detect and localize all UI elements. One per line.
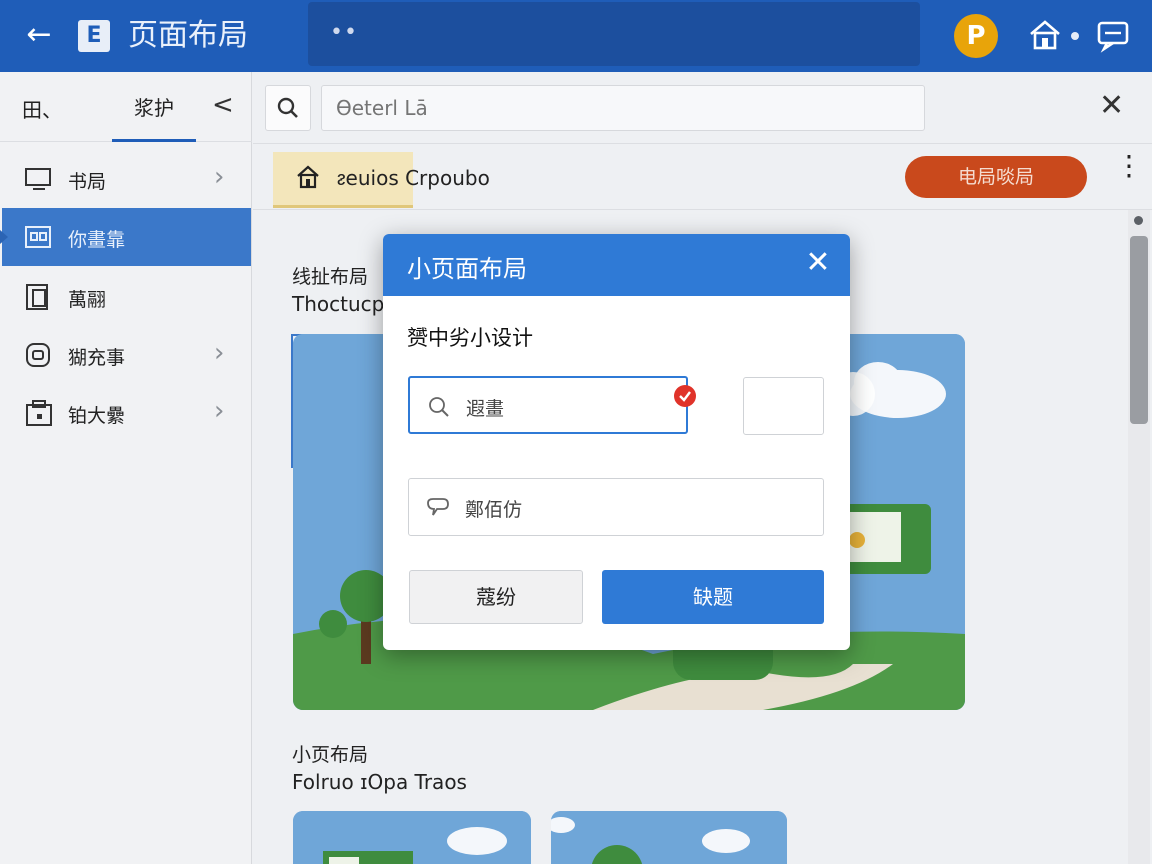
search-icon xyxy=(426,394,452,420)
text-field[interactable]: 鄭佰仿 xyxy=(408,478,824,536)
layout-dialog: 小页面布局 ✕ 赟中劣小设计 遐畫 鄭佰仿 蔻纷 缺题 xyxy=(383,234,850,650)
value-input[interactable] xyxy=(743,377,824,435)
search-field[interactable]: 遐畫 xyxy=(408,376,688,434)
field-value: 鄭佰仿 xyxy=(465,499,523,521)
cancel-button[interactable]: 蔻纷 xyxy=(409,570,583,624)
confirm-button[interactable]: 缺题 xyxy=(602,570,824,624)
dialog-header: 小页面布局 ✕ xyxy=(383,234,850,296)
field-value: 遐畫 xyxy=(466,398,505,420)
modal-backdrop: 小页面布局 ✕ 赟中劣小设计 遐畫 鄭佰仿 蔻纷 缺题 xyxy=(0,0,1152,864)
dialog-title: 小页面布局 xyxy=(407,255,527,283)
close-icon[interactable]: ✕ xyxy=(801,246,835,280)
check-badge-icon xyxy=(674,385,696,407)
chat-icon xyxy=(425,495,451,521)
dialog-label: 赟中劣小设计 xyxy=(407,326,533,350)
